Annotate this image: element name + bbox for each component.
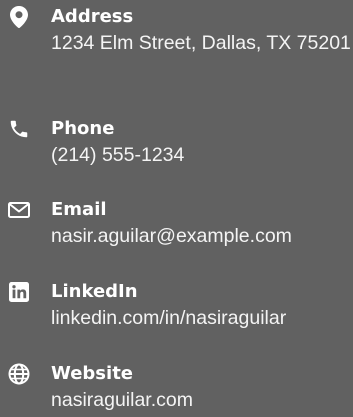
map-marker-icon — [6, 4, 32, 30]
website-label: Website — [51, 363, 134, 384]
address-label: Address — [51, 6, 134, 27]
phone-icon — [6, 116, 32, 142]
email-value[interactable]: nasir.aguilar@example.com — [51, 222, 292, 251]
linkedin-value[interactable]: linkedin.com/in/nasiraguilar — [51, 304, 286, 333]
address-value: 1234 Elm Street, Dallas, TX 75201 — [51, 32, 351, 54]
website-value[interactable]: nasiraguilar.com — [51, 386, 193, 415]
linkedin-label: LinkedIn — [51, 281, 138, 302]
phone-value[interactable]: (214) 555-1234 — [51, 141, 184, 170]
email-label: Email — [51, 199, 107, 220]
contact-info-list: Address 1234 Elm Street, Dallas, TX 7520… — [0, 0, 353, 417]
globe-icon — [6, 361, 32, 387]
phone-label: Phone — [51, 118, 115, 139]
envelope-icon — [6, 197, 32, 223]
linkedin-icon — [6, 279, 32, 305]
